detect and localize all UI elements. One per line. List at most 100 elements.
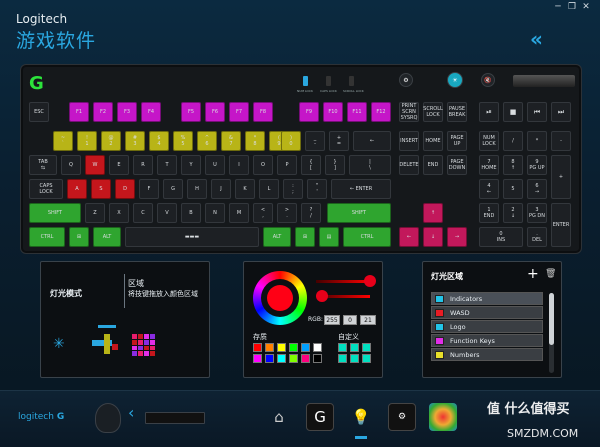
keyboard-device-icon[interactable] — [145, 412, 205, 424]
key-lshift[interactable]: SHIFT — [29, 203, 81, 223]
zone-mode-icon[interactable] — [92, 334, 120, 354]
restore-button[interactable]: ❐ — [566, 2, 578, 12]
key-div[interactable]: / — [503, 131, 523, 151]
key-y[interactable]: Y — [181, 155, 201, 175]
key-f9[interactable]: F9 — [299, 102, 319, 122]
media-key-0[interactable]: ⏯ — [479, 102, 499, 122]
zone-item[interactable]: WASD — [431, 306, 543, 319]
breathing-mode-icon[interactable]: ✳ — [53, 336, 65, 352]
key-npdot[interactable]: . DEL — [527, 227, 547, 247]
key-pgup[interactable]: PAGE UP — [447, 131, 467, 151]
key-f3[interactable]: F3 — [117, 102, 137, 122]
home-icon[interactable]: ⌂ — [265, 403, 293, 431]
preset-swatch[interactable] — [313, 343, 322, 352]
key-end[interactable]: END — [423, 155, 443, 175]
preset-swatch[interactable] — [265, 354, 274, 363]
key-up[interactable]: ↑ — [423, 203, 443, 223]
custom-swatch[interactable] — [338, 343, 347, 352]
key-np6[interactable]: 6 → — [527, 179, 547, 199]
key-slash[interactable]: ? / — [301, 203, 321, 223]
collapse-icon[interactable]: « — [530, 27, 543, 51]
key-pause[interactable]: PAUSE BREAK — [447, 102, 467, 122]
key-rshift[interactable]: SHIFT — [327, 203, 391, 223]
key-n1[interactable]: ! 1 — [77, 131, 97, 151]
rgb-b-input[interactable]: 21 — [360, 315, 376, 325]
key-h[interactable]: H — [187, 179, 207, 199]
key-m[interactable]: M — [229, 203, 249, 223]
key-lalt[interactable]: ALT — [93, 227, 121, 247]
media-key-1[interactable]: ■ — [503, 102, 523, 122]
color-wheel[interactable] — [253, 271, 307, 325]
close-button[interactable]: ✕ — [580, 2, 592, 12]
volume-roller[interactable] — [513, 75, 575, 87]
key-quote[interactable]: " ' — [307, 179, 327, 199]
key-caps[interactable]: CAPS LOCK — [29, 179, 63, 199]
key-menu[interactable]: ▤ — [319, 227, 339, 247]
heatmap-icon[interactable] — [429, 403, 457, 431]
key-rctrl[interactable]: CTRL — [343, 227, 391, 247]
key-dot[interactable]: > . — [277, 203, 297, 223]
key-b[interactable]: B — [181, 203, 201, 223]
key-e[interactable]: E — [109, 155, 129, 175]
zone-item[interactable]: Indicators — [431, 292, 543, 305]
key-lctrl[interactable]: CTRL — [29, 227, 65, 247]
key-q[interactable]: Q — [61, 155, 81, 175]
key-f10[interactable]: F10 — [323, 102, 343, 122]
preset-swatch[interactable] — [277, 354, 286, 363]
key-sub[interactable]: - — [551, 131, 571, 151]
key-left[interactable]: ← — [399, 227, 419, 247]
zone-scrollbar[interactable] — [549, 293, 554, 373]
custom-swatch[interactable] — [350, 343, 359, 352]
rgb-g-input[interactable]: 0 — [343, 315, 357, 325]
key-p[interactable]: P — [277, 155, 297, 175]
key-rwin[interactable]: ⊞ — [295, 227, 315, 247]
key-n4[interactable]: $ 4 — [149, 131, 169, 151]
key-comma[interactable]: < , — [253, 203, 273, 223]
key-right[interactable]: → — [447, 227, 467, 247]
key-rbr[interactable]: } ] — [325, 155, 345, 175]
key-scr[interactable]: SCROLL LOCK — [423, 102, 443, 122]
key-home[interactable]: HOME — [423, 131, 443, 151]
key-numlk[interactable]: NUM LOCK — [479, 131, 499, 151]
key-plus[interactable]: + = — [329, 131, 349, 151]
key-i[interactable]: I — [229, 155, 249, 175]
hue-slider[interactable] — [316, 280, 370, 283]
prev-device-icon[interactable]: ‹ — [128, 403, 134, 422]
key-f5[interactable]: F5 — [181, 102, 201, 122]
key-n2[interactable]: @ 2 — [101, 131, 121, 151]
game-mode-nav-icon[interactable]: ⚙ — [388, 403, 416, 431]
preset-swatch[interactable] — [289, 343, 298, 352]
key-f1[interactable]: F1 — [69, 102, 89, 122]
key-u[interactable]: U — [205, 155, 225, 175]
custom-swatch[interactable] — [338, 354, 347, 363]
key-lwin[interactable]: ⊞ — [69, 227, 89, 247]
key-r[interactable]: R — [133, 155, 153, 175]
key-z[interactable]: Z — [85, 203, 105, 223]
key-f6[interactable]: F6 — [205, 102, 225, 122]
key-f[interactable]: F — [139, 179, 159, 199]
key-down[interactable]: ↓ — [423, 227, 443, 247]
g-key-icon[interactable]: G — [306, 403, 334, 431]
key-x[interactable]: X — [109, 203, 129, 223]
key-lbr[interactable]: { [ — [301, 155, 321, 175]
add-zone-icon[interactable]: + — [527, 266, 539, 282]
key-np7[interactable]: 7 HOME — [479, 155, 499, 175]
key-enter[interactable]: ← ENTER — [331, 179, 391, 199]
key-grave[interactable]: ~ ` — [53, 131, 73, 151]
key-v[interactable]: V — [157, 203, 177, 223]
custom-swatch[interactable] — [350, 354, 359, 363]
backlight-icon[interactable]: ☀ — [447, 72, 463, 88]
key-np9[interactable]: 9 PG UP — [527, 155, 547, 175]
media-key-2[interactable]: ⏮ — [527, 102, 547, 122]
mouse-device-icon[interactable] — [95, 403, 121, 433]
key-mul[interactable]: * — [527, 131, 547, 151]
zone-item[interactable]: Numbers — [431, 348, 543, 361]
key-a[interactable]: A — [67, 179, 87, 199]
preset-swatch[interactable] — [253, 343, 262, 352]
preset-swatch[interactable] — [265, 343, 274, 352]
lighting-icon[interactable]: 💡 — [347, 403, 375, 431]
media-key-3[interactable]: ⏭ — [551, 102, 571, 122]
rgb-r-input[interactable]: 255 — [324, 315, 340, 325]
key-prt[interactable]: PRINT SCRN SYSRQ — [399, 102, 419, 122]
custom-swatch[interactable] — [362, 354, 371, 363]
